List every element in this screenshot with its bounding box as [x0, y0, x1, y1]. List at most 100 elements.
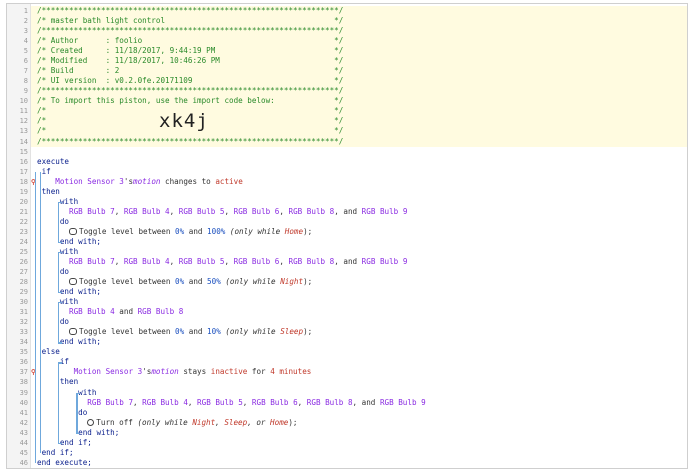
code-text: end with;: [59, 236, 102, 246]
device-link[interactable]: RGB Bulb 4: [124, 207, 170, 216]
code-line: 31 RGB Bulb 4 and RGB Bulb 8: [7, 307, 687, 317]
code-line: 7 /* Build : 2 */: [7, 66, 687, 77]
block-guide: [35, 171, 37, 463]
code-line: 10 /* To import this piston, use the impo…: [7, 96, 687, 107]
device-link[interactable]: RGB Bulb 8: [289, 207, 335, 216]
code-line: 35 else: [7, 347, 687, 357]
code-line: 13/* */: [7, 126, 687, 137]
line-number: 18: [19, 177, 28, 186]
code-line: 21 RGB Bulb 7, RGB Bulb 4, RGB Bulb 5, R…: [7, 207, 687, 217]
code-text: do: [78, 407, 88, 417]
device-link[interactable]: RGB Bulb 6: [252, 398, 298, 407]
block-guide: [58, 251, 60, 293]
code-text: Toggle level between 0% and 100% (only w…: [37, 227, 312, 237]
code-line: 8 /* UI version : v0.2.0fe.20171109 */: [7, 76, 687, 87]
block-guide: [76, 392, 81, 394]
code-line: 11/* */: [7, 106, 687, 117]
device-link[interactable]: RGB Bulb 7: [69, 207, 115, 216]
block-guide: [58, 201, 62, 203]
code-line: 27 do: [7, 267, 687, 277]
code-line: 29 end with;: [7, 287, 687, 297]
code-line: 40 RGB Bulb 7, RGB Bulb 4, RGB Bulb 5, R…: [7, 398, 687, 408]
line-number: 6: [23, 57, 28, 66]
device-link[interactable]: RGB Bulb 5: [179, 257, 225, 266]
line-number: 9: [23, 87, 28, 96]
line-number: 37: [19, 368, 28, 377]
block-guide: [76, 392, 78, 433]
line-number: 43: [19, 428, 28, 437]
code-text: end if;: [59, 437, 92, 447]
device-link[interactable]: RGB Bulb 9: [380, 398, 426, 407]
block-guide: [39, 171, 41, 453]
code-line: 38 then: [7, 377, 687, 387]
code-text: RGB Bulb 7, RGB Bulb 4, RGB Bulb 5, RGB …: [69, 206, 408, 216]
block-guide: [58, 201, 60, 242]
code-line: 25 with: [7, 247, 687, 257]
device-link[interactable]: RGB Bulb 5: [197, 398, 243, 407]
line-number: 46: [19, 458, 28, 467]
code-line: 2 /* master bath light control */: [7, 16, 687, 27]
line-number: 15: [19, 147, 28, 156]
line-number: 22: [19, 217, 28, 226]
code-line: 43 end with;: [7, 428, 687, 438]
import-code: xk4j: [159, 110, 209, 132]
line-number: 14: [19, 137, 28, 146]
line-number: 29: [19, 288, 28, 297]
device-link[interactable]: RGB Bulb 5: [179, 207, 225, 216]
line-number: 36: [19, 358, 28, 367]
code-text: end with;: [59, 337, 102, 347]
toggle-icon: [69, 328, 78, 336]
code-text: /* UI version : v0.2.0fe.20171109 */: [37, 76, 344, 86]
device-link[interactable]: RGB Bulb 8: [289, 257, 335, 266]
code-text: end with;: [59, 287, 102, 297]
line-number: 11: [19, 107, 28, 116]
code-line: 23 Toggle level between 0% and 100% (onl…: [7, 227, 687, 237]
device-link[interactable]: RGB Bulb 8: [307, 398, 353, 407]
code-line: 46 end execute;: [7, 458, 687, 468]
code-text: /* Created : 11/18/2017, 9:44:19 PM */: [37, 46, 344, 56]
device-link[interactable]: RGB Bulb 7: [87, 398, 133, 407]
code-line: 42 Turn off (only while Night, Sleep, or…: [7, 418, 687, 428]
device-link[interactable]: RGB Bulb 6: [234, 207, 280, 216]
block-guide: [58, 442, 62, 444]
code-text: Motion Sensor 3'smotion stays inactive f…: [73, 367, 312, 377]
device-link[interactable]: RGB Bulb 8: [138, 307, 184, 316]
line-number: 32: [19, 318, 28, 327]
line-number: 8: [23, 77, 28, 86]
piston-code-editor[interactable]: 1 /**************************************…: [6, 3, 688, 469]
code-line: 44 end if;: [7, 438, 687, 448]
device-link[interactable]: RGB Bulb 9: [362, 257, 408, 266]
code-line: 14 /*************************************…: [7, 136, 687, 147]
block-guide: [58, 241, 62, 244]
code-line: 16 execute: [7, 157, 687, 167]
code-line: 4 /* Author : foolio */: [7, 36, 687, 47]
device-link[interactable]: RGB Bulb 4: [142, 398, 188, 407]
code-text: /***************************************…: [37, 86, 344, 96]
code-line: 39 with: [7, 388, 687, 398]
line-number: 45: [19, 448, 28, 457]
code-line: 5 /* Created : 11/18/2017, 9:44:19 PM */: [7, 46, 687, 57]
line-number: 12: [19, 117, 28, 126]
code-line: 3 /**************************************…: [7, 26, 687, 37]
code-text: execute: [37, 156, 70, 166]
code-text: with: [78, 387, 97, 397]
code-line: 9 /**************************************…: [7, 86, 687, 97]
code-line: 1 /**************************************…: [7, 6, 687, 17]
toggle-icon: [69, 278, 78, 286]
device-link[interactable]: RGB Bulb 4: [69, 307, 115, 316]
line-number: 5: [23, 47, 28, 56]
device-link[interactable]: RGB Bulb 6: [234, 257, 280, 266]
line-number: 21: [19, 207, 28, 216]
code-line: 37 ⚲ Motion Sensor 3'smotion stays inacti…: [7, 367, 687, 377]
code-line: 30 with: [7, 297, 687, 307]
line-number: 38: [19, 378, 28, 387]
line-number: 40: [19, 398, 28, 407]
code-text: /***************************************…: [37, 26, 344, 36]
code-line: 19 then: [7, 187, 687, 197]
device-link[interactable]: RGB Bulb 7: [69, 257, 115, 266]
device-link[interactable]: RGB Bulb 4: [124, 257, 170, 266]
line-number: 24: [19, 237, 28, 246]
code-text: Toggle level between 0% and 10% (only wh…: [37, 327, 312, 337]
code-line: 45 end if;: [7, 448, 687, 458]
device-link[interactable]: RGB Bulb 9: [362, 207, 408, 216]
